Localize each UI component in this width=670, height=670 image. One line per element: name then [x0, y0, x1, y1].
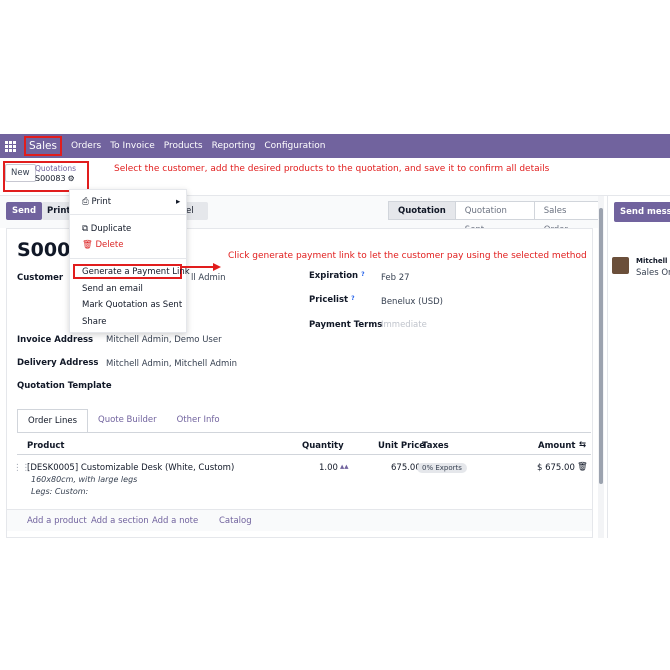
menu-item-delete[interactable]: 🗑 Delete: [82, 240, 123, 250]
caret-right-icon: ▸: [176, 197, 181, 207]
annotation-arrow-head: [213, 263, 221, 271]
breadcrumb-quotations[interactable]: Quotations: [35, 164, 76, 173]
menu-item-print[interactable]: ⎙ Print: [82, 197, 111, 207]
printer-icon: ⎙: [82, 197, 89, 207]
menu-item-send-email[interactable]: Send an email: [82, 284, 143, 294]
catalog-link[interactable]: Catalog: [219, 516, 252, 526]
options-toggle-icon[interactable]: ⇆: [579, 440, 586, 450]
avatar[interactable]: [612, 257, 629, 274]
notebook-tabs: Order Lines Quote Builder Other Info: [17, 409, 230, 433]
menu-item-duplicate-label: Duplicate: [90, 224, 132, 234]
record-title: S00083: [17, 239, 71, 261]
col-amount[interactable]: Amount: [538, 441, 575, 451]
menu-item-mark-sent[interactable]: Mark Quotation as Sent: [82, 300, 182, 310]
trash-icon[interactable]: 🗑: [577, 462, 588, 472]
add-note-link[interactable]: Add a note: [152, 516, 198, 526]
add-product-link[interactable]: Add a product: [27, 516, 87, 526]
stage-quotation[interactable]: Quotation: [388, 201, 456, 220]
help-icon[interactable]: ?: [361, 271, 364, 278]
col-quantity[interactable]: Quantity: [302, 441, 344, 451]
menu-item-share[interactable]: Share: [82, 317, 107, 327]
payment-terms-label: Payment Terms: [309, 320, 383, 330]
nav-item-to-invoice[interactable]: To Invoice: [110, 141, 155, 151]
chatter-panel: Send messag Mitchell A Sales Ord: [607, 196, 670, 538]
quotation-template-label: Quotation Template: [17, 381, 112, 391]
tab-quote-builder[interactable]: Quote Builder: [88, 409, 167, 433]
action-dropdown-menu: ⎙ Print ▸ ⧉ Duplicate 🗑 Delete Generate …: [69, 189, 190, 333]
trash-icon: 🗑: [82, 240, 93, 250]
payment-terms-field[interactable]: Immediate: [381, 320, 427, 330]
table-row[interactable]: ⋮⋮ [DESK0005] Customizable Desk (White, …: [7, 457, 592, 507]
row-quantity[interactable]: 1.00: [319, 463, 338, 473]
chatter-message: Sales Ord: [636, 268, 670, 278]
menu-item-delete-label: Delete: [95, 240, 124, 250]
order-lines-header: Product Quantity Unit Price Taxes Amount…: [17, 437, 591, 455]
help-icon[interactable]: ?: [351, 295, 354, 302]
add-line-row: Add a product Add a section Add a note C…: [7, 509, 592, 531]
invoice-address-field[interactable]: Mitchell Admin, Demo User: [106, 335, 222, 345]
delivery-address-field[interactable]: Mitchell Admin, Mitchell Admin: [106, 359, 237, 369]
form-scrollbar-thumb[interactable]: [599, 208, 603, 484]
delivery-address-label: Delivery Address: [17, 358, 99, 368]
row-desc-line2: Legs: Custom:: [31, 487, 89, 496]
tab-order-lines[interactable]: Order Lines: [17, 409, 88, 433]
menu-item-duplicate[interactable]: ⧉ Duplicate: [82, 224, 131, 234]
row-tax-badge[interactable]: 0% Exports: [417, 463, 467, 473]
apps-grid-icon[interactable]: [5, 140, 16, 152]
expiration-field[interactable]: Feb 27: [381, 273, 410, 283]
stage-sales-order[interactable]: Sales Order: [533, 201, 600, 235]
col-product[interactable]: Product: [27, 441, 65, 451]
row-amount: $ 675.00: [537, 463, 575, 473]
tab-other-info[interactable]: Other Info: [167, 409, 230, 433]
nav-item-reporting[interactable]: Reporting: [212, 141, 256, 151]
chatter-author[interactable]: Mitchell A: [636, 257, 670, 265]
nav-item-configuration[interactable]: Configuration: [264, 141, 325, 151]
annotation-arrow-line: [181, 266, 215, 268]
pricelist-field[interactable]: Benelux (USD): [381, 297, 443, 307]
stage-quotation-sent[interactable]: Quotation Sent: [454, 201, 535, 235]
expiration-label-text: Expiration: [309, 271, 359, 281]
tab-divider: [17, 432, 591, 433]
annotation-top: Select the customer, add the desired pro…: [114, 164, 550, 174]
pricelist-label: Pricelist ?: [309, 295, 355, 305]
pricelist-label-text: Pricelist: [309, 295, 349, 305]
send-button[interactable]: Send: [6, 202, 43, 220]
nav-item-products[interactable]: Products: [164, 141, 203, 151]
row-desc-line1: 160x80cm, with large legs: [31, 475, 138, 484]
gear-icon[interactable]: ⚙: [68, 174, 75, 183]
screen: Sales Orders To Invoice Products Reporti…: [0, 0, 670, 670]
row-product[interactable]: [DESK0005] Customizable Desk (White, Cus…: [27, 463, 234, 473]
add-section-link[interactable]: Add a section: [91, 516, 149, 526]
invoice-address-label: Invoice Address: [17, 335, 94, 345]
app-brand-sales[interactable]: Sales: [24, 136, 62, 156]
menu-item-generate-payment-link[interactable]: Generate a Payment Link: [82, 267, 190, 277]
forecast-chart-icon[interactable]: ▴▴: [340, 462, 349, 472]
customer-label: Customer: [17, 273, 64, 283]
menu-item-print-label: Print: [91, 197, 112, 207]
col-taxes[interactable]: Taxes: [422, 441, 449, 451]
menu-divider: [70, 258, 186, 259]
breadcrumb-current-label: S00083: [35, 174, 66, 183]
print-button[interactable]: Print: [42, 202, 72, 220]
breadcrumb-current: S00083 ⚙: [35, 174, 75, 183]
annotation-middle: Click generate payment link to let the c…: [228, 251, 587, 261]
col-unit-price[interactable]: Unit Price: [378, 441, 425, 451]
customer-field[interactable]: ll Admin: [191, 273, 226, 283]
top-navbar: Sales Orders To Invoice Products Reporti…: [0, 134, 670, 158]
nav-item-orders[interactable]: Orders: [71, 141, 101, 151]
expiration-label: Expiration ?: [309, 271, 365, 281]
status-bar-stages: Quotation Quotation Sent Sales Order: [388, 201, 600, 235]
copy-icon: ⧉: [82, 224, 89, 234]
menu-divider: [70, 214, 186, 215]
send-message-button[interactable]: Send messag: [614, 202, 670, 222]
new-button[interactable]: New: [5, 164, 36, 182]
